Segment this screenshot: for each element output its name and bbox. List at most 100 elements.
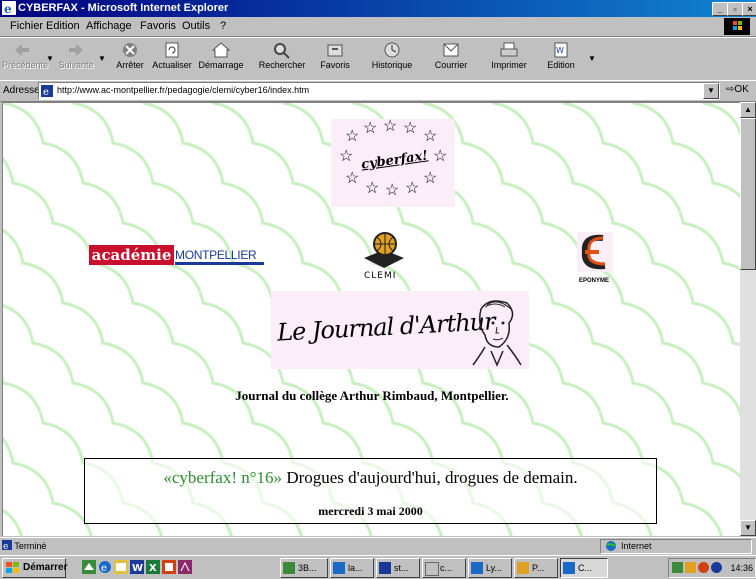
task-button-3[interactable]: st... (376, 558, 420, 578)
go-button[interactable]: ⇨OK (726, 84, 749, 95)
address-dropdown-icon[interactable]: ▼ (703, 83, 719, 99)
menu-outils[interactable]: Outils (182, 20, 210, 32)
task-icon-1 (283, 562, 295, 574)
globe-icon (606, 541, 616, 551)
favorites-button[interactable]: Favoris (312, 38, 358, 80)
task-label-5: Ly... (486, 563, 503, 573)
stop-button[interactable]: Arrêter (110, 38, 150, 80)
close-button[interactable]: × (742, 2, 756, 16)
back-arrow-icon (15, 44, 29, 56)
taskbar: Démarrer e W X 3B... la... st... c... Ly… (0, 555, 756, 579)
journal-title: Le Journal d'Arthur (276, 307, 496, 347)
task-icon-3 (379, 562, 391, 574)
history-button[interactable]: Historique (366, 38, 418, 80)
eponyme-text: EPONYME (578, 278, 609, 284)
quicklaunch-word-icon[interactable]: W (130, 560, 144, 574)
quicklaunch-access-icon[interactable] (178, 560, 192, 574)
svg-text:X: X (149, 563, 157, 574)
task-label-4: c... (440, 563, 453, 573)
issue-number[interactable]: «cyberfax! n°16» (163, 468, 282, 487)
quicklaunch-desktop-icon[interactable] (82, 560, 96, 574)
quicklaunch-powerpoint-icon[interactable] (162, 560, 176, 574)
history-label: Historique (371, 60, 413, 70)
menu-fichier[interactable]: Fichier (10, 20, 43, 32)
back-button[interactable]: Précédente (2, 38, 49, 80)
menu-affichage[interactable]: Affichage (86, 20, 132, 32)
home-button[interactable]: Démarrage (196, 38, 246, 80)
refresh-icon (165, 42, 179, 58)
tray-network-icon[interactable] (672, 562, 683, 573)
search-button[interactable]: Rechercher (254, 38, 310, 80)
home-label: Démarrage (198, 60, 244, 70)
forward-dropdown-icon[interactable]: ▼ (98, 54, 106, 63)
vertical-scrollbar[interactable]: ▲ ▼ (740, 102, 756, 536)
menu-help[interactable]: ? (220, 20, 226, 32)
back-dropdown-icon[interactable]: ▼ (46, 54, 54, 63)
svg-text:e: e (4, 2, 12, 15)
issue-date: mercredi 3 mai 2000 (318, 504, 423, 518)
cyberfax-logo[interactable]: ☆ ☆ ☆ ☆ ☆ ☆ ☆ ☆ ☆ ☆ ☆ ☆ cyberfax! (331, 119, 455, 207)
task-button-1[interactable]: 3B... (280, 558, 328, 578)
svg-text:e: e (3, 542, 8, 550)
forward-arrow-icon (69, 44, 83, 56)
task-label-6: P... (532, 563, 545, 573)
back-label: Précédente (2, 60, 49, 70)
search-label: Rechercher (258, 60, 306, 70)
quicklaunch-outlook-icon[interactable] (114, 560, 128, 574)
tray-messenger-icon[interactable] (711, 562, 722, 573)
task-icon-7 (563, 562, 575, 574)
page-subtitle: Journal du collège Arthur Rimbaud, Montp… (235, 388, 509, 403)
eponyme-e-icon (577, 232, 613, 272)
task-button-5[interactable]: Ly... (468, 558, 512, 578)
title-bar[interactable]: e CYBERFAX - Microsoft Internet Explorer… (0, 0, 756, 17)
minimize-button[interactable]: _ (712, 2, 728, 16)
rimbaud-portrait-icon (472, 300, 522, 367)
maximize-button[interactable]: ▫ (727, 2, 743, 16)
stop-icon (123, 43, 137, 57)
print-button[interactable]: Imprimer (484, 38, 534, 80)
task-button-7[interactable]: C... (560, 558, 608, 578)
journal-arthur-logo[interactable]: Le Journal d'Arthur (271, 291, 529, 369)
task-button-2[interactable]: la... (330, 558, 374, 578)
address-input[interactable]: e http://www.ac-montpellier.fr/pedagogie… (38, 82, 720, 100)
task-label-3: st... (394, 563, 409, 573)
scroll-up-icon[interactable]: ▲ (740, 102, 756, 118)
refresh-label: Actualiser (152, 60, 192, 70)
scroll-thumb[interactable] (740, 118, 756, 270)
mail-button[interactable]: Courrier (428, 38, 474, 80)
windows-flag-icon (6, 562, 19, 573)
menu-edition[interactable]: Edition (46, 20, 80, 32)
quicklaunch-excel-icon[interactable]: X (146, 560, 160, 574)
svg-text:e: e (43, 87, 49, 97)
svg-text:W: W (556, 46, 564, 55)
academie-label: académie (89, 245, 174, 265)
refresh-button[interactable]: Actualiser (150, 38, 194, 80)
eponyme-logo[interactable]: EPONYME (569, 228, 619, 286)
edit-button[interactable]: W Edition (538, 38, 584, 80)
clock[interactable]: 14:36 (730, 563, 753, 573)
scroll-down-icon[interactable]: ▼ (740, 520, 756, 536)
task-button-4[interactable]: c... (422, 558, 466, 578)
issue-headline: «cyberfax! n°16» Drogues d'aujourd'hui, … (85, 468, 656, 488)
task-icon-5 (471, 562, 483, 574)
start-button[interactable]: Démarrer (2, 558, 67, 578)
forward-button[interactable]: Suivante (56, 38, 96, 80)
window-title: CYBERFAX - Microsoft Internet Explorer (18, 2, 229, 14)
security-zone: Internet (600, 539, 752, 554)
quicklaunch-ie-icon[interactable]: e (98, 560, 112, 574)
page-icon: e (41, 85, 53, 97)
issue-box: «cyberfax! n°16» Drogues d'aujourd'hui, … (84, 458, 657, 524)
clemi-text: CLEMI (364, 271, 397, 281)
task-button-6[interactable]: P... (514, 558, 558, 578)
svg-text:e: e (101, 563, 107, 574)
tray-volume-icon[interactable] (685, 562, 696, 573)
toolbar: Précédente ▼ Suivante ▼ Arrêter Actualis… (0, 37, 756, 81)
academie-montpellier-logo[interactable]: académie MONTPELLIER (89, 245, 264, 265)
clemi-logo[interactable]: CLEMI (358, 228, 410, 284)
internet-explorer-icon: e (2, 1, 16, 15)
edit-dropdown-icon[interactable]: ▼ (588, 54, 596, 63)
tray-antivirus-icon[interactable] (698, 562, 709, 573)
print-icon (500, 42, 518, 57)
task-label-1: 3B... (298, 563, 317, 573)
menu-favoris[interactable]: Favoris (140, 20, 176, 32)
